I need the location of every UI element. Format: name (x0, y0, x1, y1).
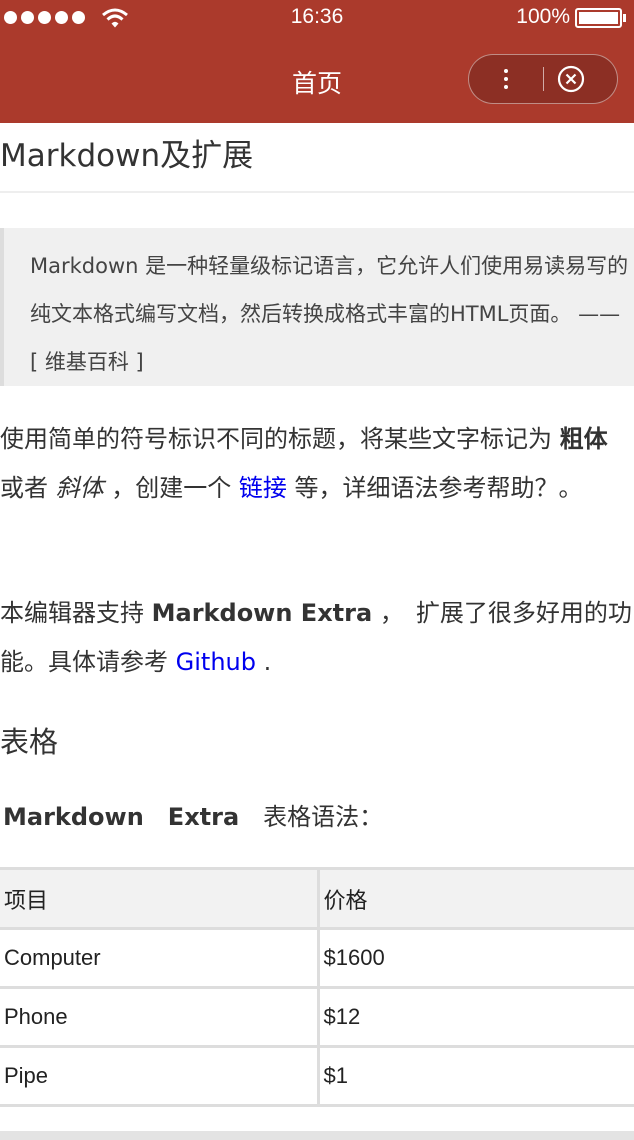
column-header: 项目 (0, 867, 320, 930)
para1-text-1: 使用简单的符号标识不同的标题，将某些文字标记为 (0, 425, 560, 453)
syntax-text: 表格语法： (239, 803, 384, 831)
para1-text-3: ，创建一个 (103, 474, 239, 502)
table-cell: $1 (318, 1045, 634, 1107)
status-bar: 16:36 100% (0, 0, 634, 36)
syntax-bold: Markdown Extra (3, 803, 240, 831)
table-cell: Pipe (0, 1045, 320, 1107)
markdown-extra-bold: Markdown Extra (151, 599, 373, 627)
battery-icon (575, 8, 626, 28)
heading-divider (0, 191, 634, 193)
quote-text: Markdown 是一种轻量级标记语言，它允许人们使用易读易写的纯文本格式编写文… (30, 254, 629, 374)
github-link[interactable]: Github (176, 648, 256, 676)
para1-text-2: 或者 (0, 474, 56, 502)
para2-text-3: . (255, 648, 272, 676)
more-icon (504, 69, 508, 89)
link-anchor[interactable]: 链接 (239, 474, 287, 502)
close-icon[interactable] (557, 65, 585, 93)
table-cell: $12 (318, 986, 634, 1048)
more-button[interactable] (469, 55, 543, 103)
table-cell: Computer (0, 927, 320, 989)
mini-program-capsule (468, 54, 618, 104)
article-heading: Markdown及扩展 (0, 138, 254, 174)
table-cell: $1600 (318, 927, 634, 989)
battery-percentage: 100% (516, 5, 570, 28)
para1-text-4: 等，详细语法参考帮助？。 (286, 474, 583, 502)
table-row: Phone $12 (0, 986, 634, 1048)
table-cell: Phone (0, 986, 320, 1048)
bold-text: 粗体 (559, 425, 608, 453)
capsule-divider (543, 67, 544, 91)
bottom-edge (0, 1131, 634, 1140)
intro-paragraph: 使用简单的符号标识不同的标题，将某些文字标记为 粗体 或者 斜体 ，创建一个 链… (0, 415, 634, 513)
section-heading: 表格 (0, 725, 59, 759)
navigation-bar: 16:36 100% 首页 (0, 0, 634, 123)
table-syntax-label: Markdown Extra 表格语法： (3, 798, 383, 836)
extra-paragraph: 本编辑器支持 Markdown Extra ， 扩展了很多好用的功能。具体请参考… (0, 589, 634, 687)
price-table: 项目 价格 Computer $1600 Phone $12 Pipe $1 (0, 867, 634, 1107)
italic-text: 斜体 (55, 474, 104, 502)
table-row: Computer $1600 (0, 927, 634, 989)
table-header-row: 项目 价格 (0, 867, 634, 930)
column-header: 价格 (318, 867, 634, 930)
para2-text-1: 本编辑器支持 (0, 599, 152, 627)
table-row: Pipe $1 (0, 1045, 634, 1107)
blockquote: Markdown 是一种轻量级标记语言，它允许人们使用易读易写的纯文本格式编写文… (0, 228, 634, 386)
